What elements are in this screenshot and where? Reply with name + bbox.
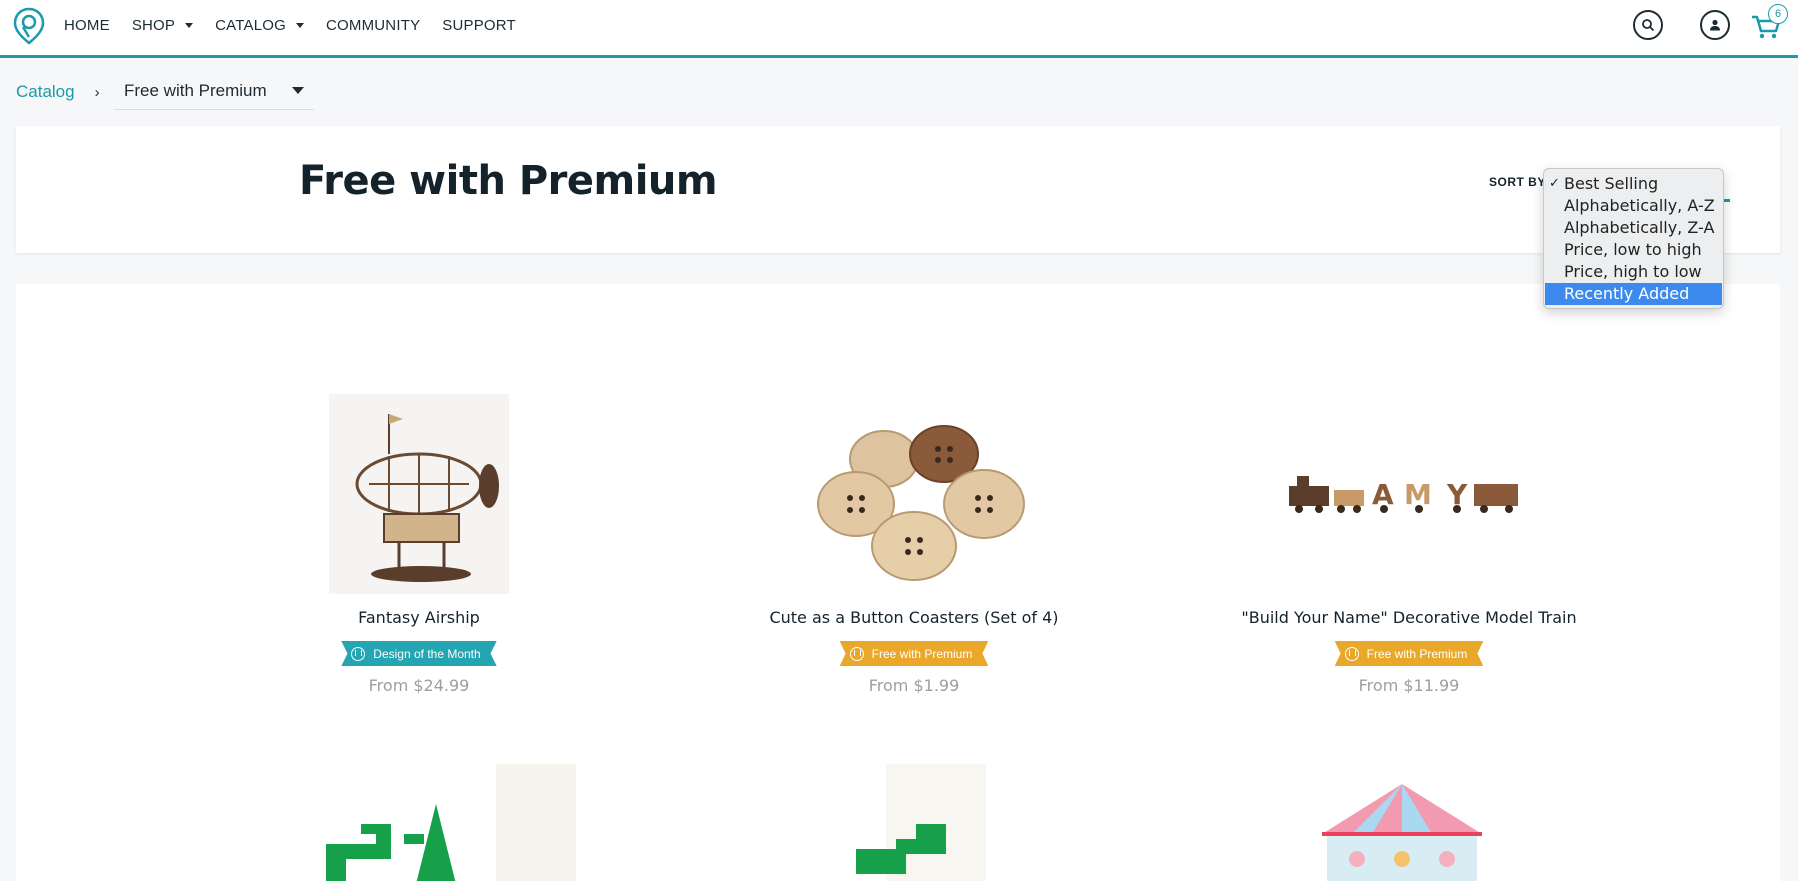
nav-catalog[interactable]: CATALOG [215, 17, 304, 34]
badge-label: Free with Premium [871, 646, 973, 661]
product-image[interactable]: A M Y [1279, 394, 1539, 594]
sort-option-label: Best Selling [1564, 174, 1659, 193]
product-price: From $11.99 [1358, 676, 1460, 695]
nav-shop-label: SHOP [131, 16, 176, 34]
badge-label: Free with Premium [1366, 646, 1468, 661]
free-with-premium-badge: Free with Premium [839, 641, 989, 666]
category-select-value: Free with Premium [124, 81, 267, 100]
nav-catalog-label: CATALOG [215, 16, 286, 34]
sort-option-best-selling[interactable]: ✓ Best Selling [1544, 173, 1723, 195]
product-card[interactable]: A M Y "Build Your Name" Decorative Model… [1199, 394, 1619, 695]
product-name[interactable]: "Build Your Name" Decorative Model Train [1199, 608, 1619, 627]
top-navigation-bar: HOME SHOP CATALOG COMMUNITY SUPPORT 6 [0, 0, 1798, 58]
product-image[interactable] [806, 764, 1066, 881]
search-button[interactable] [1633, 10, 1663, 40]
diamond-icon [1344, 646, 1359, 661]
product-image[interactable] [289, 394, 549, 594]
cart-count-badge: 6 [1768, 4, 1788, 24]
design-of-the-month-badge: Design of the Month [341, 641, 497, 666]
sort-option-label: Price, low to high [1564, 240, 1702, 259]
free-with-premium-badge: Free with Premium [1334, 641, 1484, 666]
nav-home-label: HOME [64, 16, 110, 34]
green-holder-image [856, 764, 986, 881]
collection-header [16, 126, 1780, 253]
nav-shop[interactable]: SHOP [131, 16, 194, 34]
sort-option-price-low-high[interactable]: Price, low to high [1544, 239, 1723, 261]
model-train-image: A M Y [1289, 476, 1518, 513]
product-image[interactable] [784, 394, 1044, 594]
sort-option-label: Recently Added [1564, 284, 1690, 303]
sort-by-label: SORT BY [1489, 175, 1546, 189]
diamond-icon [351, 646, 366, 661]
sort-option-label: Price, high to low [1564, 262, 1702, 281]
product-image[interactable] [316, 764, 576, 881]
main-nav: HOME SHOP CATALOG COMMUNITY SUPPORT [64, 0, 538, 50]
green-stand-image [326, 764, 576, 881]
sort-option-alpha-az[interactable]: Alphabetically, A-Z [1544, 195, 1723, 217]
product-card[interactable]: Cute as a Button Coasters (Set of 4) Fre… [704, 394, 1124, 695]
carousel-image [1322, 784, 1482, 881]
sort-option-label: Alphabetically, Z-A [1564, 218, 1715, 237]
page-title: Free with Premium [299, 158, 718, 204]
brand-logo-icon[interactable] [12, 7, 46, 45]
product-grid: Fantasy Airship Design of the Month From… [16, 284, 1780, 881]
product-card[interactable]: Fantasy Airship Design of the Month From… [209, 394, 629, 695]
nav-home[interactable]: HOME [64, 17, 110, 34]
nav-community-label: COMMUNITY [325, 16, 421, 34]
sort-dropdown-menu: ✓ Best Selling Alphabetically, A-Z Alpha… [1543, 168, 1724, 309]
search-icon [1642, 19, 1655, 32]
sort-option-alpha-za[interactable]: Alphabetically, Z-A [1544, 217, 1723, 239]
chevron-down-icon [292, 87, 304, 94]
sort-option-label: Alphabetically, A-Z [1564, 196, 1715, 215]
breadcrumb-catalog-link[interactable]: Catalog [16, 82, 75, 102]
airship-image [329, 394, 509, 594]
nav-support[interactable]: SUPPORT [442, 17, 516, 34]
sort-option-recently-added[interactable]: Recently Added [1545, 283, 1722, 305]
badge-label: Design of the Month [373, 646, 481, 661]
caret-down-icon [185, 22, 194, 28]
caret-down-icon [295, 22, 304, 28]
product-price: From $24.99 [368, 676, 470, 695]
diamond-icon [849, 646, 864, 661]
product-image[interactable] [1272, 764, 1532, 881]
product-name[interactable]: Cute as a Button Coasters (Set of 4) [704, 608, 1124, 627]
sort-option-price-high-low[interactable]: Price, high to low [1544, 261, 1723, 283]
breadcrumb-separator: › [94, 83, 100, 101]
product-price: From $1.99 [868, 676, 960, 695]
account-button[interactable] [1700, 10, 1730, 40]
product-name[interactable]: Fantasy Airship [209, 608, 629, 627]
checkmark-icon: ✓ [1549, 176, 1560, 191]
category-select[interactable]: Free with Premium [114, 78, 314, 110]
nav-support-label: SUPPORT [442, 16, 516, 34]
coasters-image [817, 425, 1025, 581]
breadcrumb: Catalog › [16, 80, 126, 104]
nav-community[interactable]: COMMUNITY [326, 17, 420, 34]
user-icon [1710, 19, 1720, 31]
